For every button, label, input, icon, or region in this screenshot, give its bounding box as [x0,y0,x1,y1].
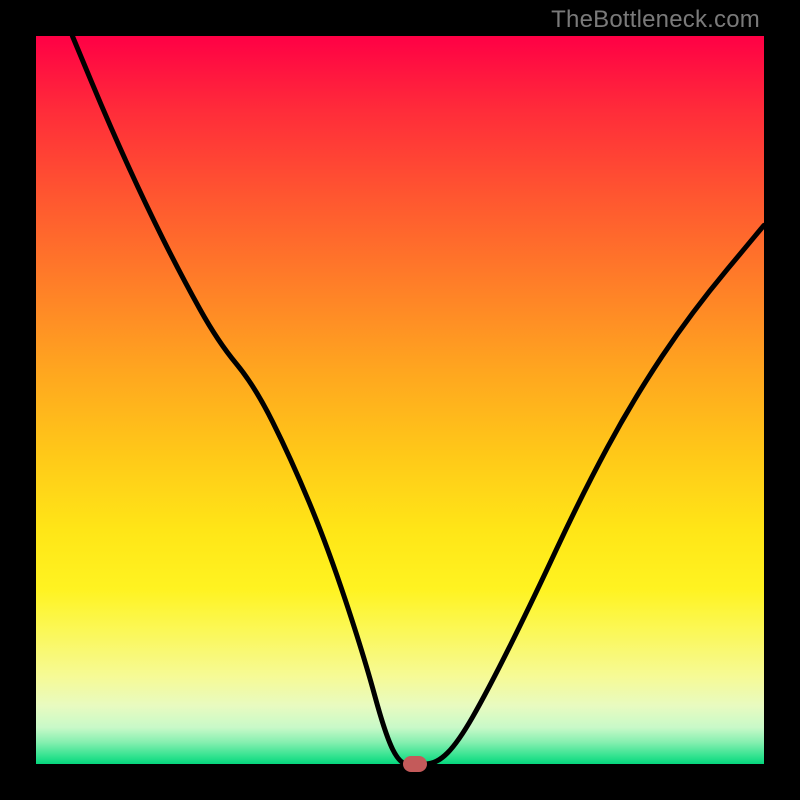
optimal-point-marker [403,756,427,772]
plot-area [36,36,764,764]
bottleneck-curve [36,36,764,764]
watermark-text: TheBottleneck.com [551,6,760,34]
curve-path [72,36,764,764]
chart-frame: TheBottleneck.com [0,0,800,800]
